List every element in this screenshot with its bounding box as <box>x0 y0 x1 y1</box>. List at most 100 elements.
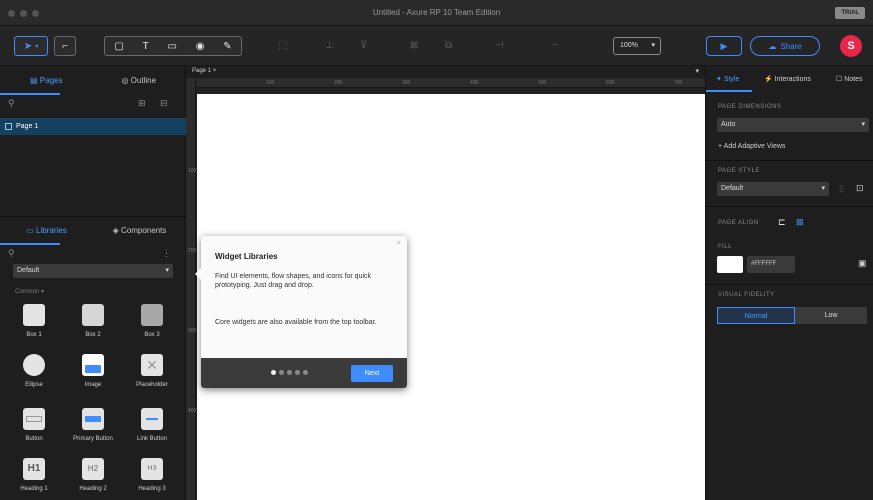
library-select[interactable]: Default ▾ <box>13 264 173 278</box>
step-dot[interactable] <box>287 370 292 375</box>
box-icon <box>141 304 163 326</box>
connect-tool-button[interactable]: ⌐ <box>54 36 76 56</box>
widget-heading-1[interactable]: H1 Heading 1 <box>6 458 62 492</box>
next-button[interactable]: Next <box>351 365 393 382</box>
page-dimensions-label: PAGE DIMENSIONS <box>718 104 782 110</box>
edit-style-icon[interactable]: ⊡ <box>856 183 864 194</box>
widget-ellipse[interactable]: Ellipse <box>6 354 62 388</box>
ruler-tick: 200 <box>334 80 343 86</box>
pages-toolbar: ⚲ ⊞ ⊟ <box>0 98 186 112</box>
widget-box-2[interactable]: Box 2 <box>65 304 121 338</box>
user-avatar[interactable]: S <box>840 35 862 57</box>
section-label: Common <box>15 289 40 295</box>
tab-outline-label: Outline <box>130 75 157 85</box>
tab-menu-icon[interactable]: ▾ <box>695 67 699 75</box>
copy-style-icon[interactable]: ▯ <box>839 183 844 194</box>
tab-interactions[interactable]: ⚡ Interactions <box>764 75 811 83</box>
align-icon[interactable]: ⊥ <box>325 40 334 51</box>
fidelity-normal-button[interactable]: Normal <box>717 307 795 324</box>
add-page-icon[interactable]: ⊞ <box>138 98 146 109</box>
tab-components[interactable]: ◈ Components <box>93 226 186 235</box>
chevron-down-icon: ▾ <box>651 42 655 49</box>
add-adaptive-views-link[interactable]: + Add Adaptive Views <box>718 143 785 150</box>
tab-pages-label: Pages <box>39 75 63 85</box>
share-button[interactable]: ☁ Share <box>750 36 820 56</box>
pointer-icon: ➤ <box>23 40 33 52</box>
close-icon[interactable]: × <box>397 240 401 247</box>
popover-title: Widget Libraries <box>215 252 278 261</box>
search-icon[interactable]: ⚲ <box>8 248 15 259</box>
page-tab[interactable]: Page 1 × <box>192 68 216 74</box>
zoom-select[interactable]: 100% ▾ <box>613 37 661 55</box>
step-dot[interactable] <box>303 370 308 375</box>
vertical-ruler[interactable]: 100 200 300 400 <box>186 78 196 500</box>
widget-heading-3[interactable]: H3 Heading 3 <box>124 458 180 492</box>
ruler-tick: 700 <box>674 80 683 86</box>
search-icon[interactable]: ⚲ <box>8 98 15 109</box>
tab-style-label: Style <box>723 76 740 83</box>
ruler-tick: 100 <box>266 80 275 86</box>
step-dot[interactable] <box>271 370 276 375</box>
widget-box-1[interactable]: Box 1 <box>6 304 62 338</box>
heading-2-icon: H2 <box>82 458 104 480</box>
zoom-out-icon[interactable]: − <box>552 40 558 51</box>
align-center-icon[interactable]: ⊠ <box>796 217 804 228</box>
page-align-label: PAGE ALIGN <box>718 220 759 226</box>
add-folder-icon[interactable]: ⊟ <box>160 98 168 109</box>
section-divider <box>706 160 873 161</box>
ruler-tick: 500 <box>538 80 547 86</box>
tab-style[interactable]: ✦ Style <box>716 75 739 83</box>
preview-button[interactable]: ▶ <box>706 36 742 56</box>
shape-dropdown-icon[interactable]: ◉ <box>196 41 205 52</box>
page-list-item[interactable]: Page 1 <box>0 118 186 135</box>
select-tool-button[interactable]: ➤ ▾ <box>14 36 48 56</box>
section-header[interactable]: Common ▾ <box>15 288 44 295</box>
lock-icon[interactable]: ⊣ <box>495 40 504 51</box>
trial-badge[interactable]: TRIAL <box>835 7 865 19</box>
widget-placeholder[interactable]: ✕ Placeholder <box>124 354 180 388</box>
close-tab-icon[interactable]: × <box>213 68 217 74</box>
chevron-down-icon: ▾ <box>821 185 825 192</box>
fill-hex-input[interactable]: #FFFFFF <box>747 256 795 273</box>
tab-notes[interactable]: ☐ Notes <box>836 75 863 83</box>
more-options-icon[interactable]: ⋮ <box>162 248 171 259</box>
step-dot[interactable] <box>295 370 300 375</box>
group-icon[interactable]: ⬚ <box>278 40 287 51</box>
widget-primary-button[interactable]: Primary Button <box>65 408 121 442</box>
page-style-select[interactable]: Default ▾ <box>717 182 829 196</box>
popover-footer: Next <box>201 358 407 388</box>
style-icon: ✦ <box>716 76 724 83</box>
pen-tool-icon[interactable]: ✎ <box>223 41 231 52</box>
horizontal-ruler[interactable]: 100 200 300 400 500 600 700 <box>196 78 705 88</box>
order-icon[interactable]: ⧉ <box>445 40 452 51</box>
align-left-icon[interactable]: ⊏ <box>778 217 786 228</box>
widget-button[interactable]: Button <box>6 408 62 442</box>
libraries-toolbar: ⚲ ⋮ <box>0 248 186 262</box>
ruler-tick: 200 <box>188 248 197 254</box>
widget-box-3[interactable]: Box 3 <box>124 304 180 338</box>
image-fill-icon[interactable]: ▣ <box>858 258 867 269</box>
tab-outline[interactable]: ◎ Outline <box>93 76 186 85</box>
page-dimensions-select[interactable]: Auto ▾ <box>717 118 869 132</box>
widget-heading-2[interactable]: H2 Heading 2 <box>65 458 121 492</box>
ellipse-icon <box>23 354 45 376</box>
rectangle-icon[interactable]: ▢ <box>114 41 123 52</box>
heading-1-icon: H1 <box>23 458 45 480</box>
widget-link-button[interactable]: Link Button <box>124 408 180 442</box>
tab-libraries[interactable]: ▭ Libraries <box>0 226 93 235</box>
outline-icon: ◎ <box>121 75 131 85</box>
fidelity-low-button[interactable]: Low <box>795 307 867 324</box>
distribute-icon[interactable]: ⊽ <box>360 40 367 51</box>
step-dot[interactable] <box>279 370 284 375</box>
image-widget-icon[interactable]: ▭ <box>167 41 176 52</box>
text-tool-icon[interactable]: T <box>143 41 149 52</box>
popover-arrow <box>195 268 201 280</box>
widget-image[interactable]: Image <box>65 354 121 388</box>
widget-label: Image <box>84 382 102 388</box>
tab-pages[interactable]: ▤ Pages <box>0 76 93 85</box>
fill-color-swatch[interactable] <box>717 256 743 273</box>
page-icon <box>5 123 12 130</box>
widget-label: Button <box>25 436 43 442</box>
ungroup-icon[interactable]: ⊠ <box>410 40 418 51</box>
window-title: Untitled - Axure RP 10 Team Edition <box>372 8 501 17</box>
